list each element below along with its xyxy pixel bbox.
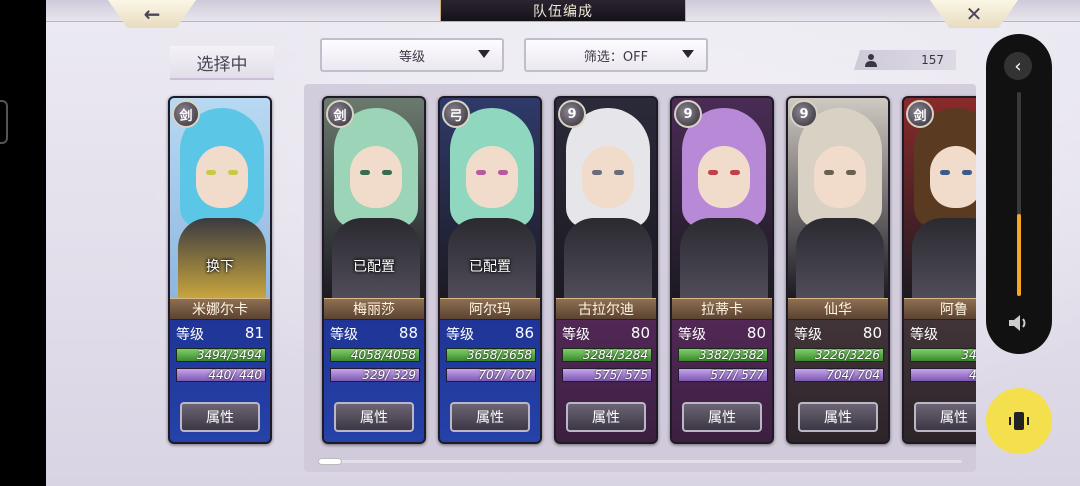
weapon-badge-icon: 剑: [326, 100, 354, 128]
device-left-bar: [0, 0, 46, 486]
weapon-badge-icon: 弓: [442, 100, 470, 128]
character-card[interactable]: 剑 阿鲁 等级 3444/ 413/ 属性: [902, 96, 976, 444]
hp-bar: 3658/3658: [446, 348, 536, 362]
attribute-button[interactable]: 属性: [914, 402, 976, 432]
card-status: 已配置: [353, 259, 395, 275]
attribute-button[interactable]: 属性: [450, 402, 530, 432]
hp-bar: 3494/3494: [176, 348, 266, 362]
character-name: 阿尔玛: [440, 298, 540, 320]
chevron-down-icon: [682, 50, 694, 58]
chevron-down-icon: [478, 50, 490, 58]
volume-slider-fill: [1017, 214, 1021, 296]
level-label: 等级: [678, 327, 706, 343]
weapon-badge-icon: 剑: [906, 100, 934, 128]
attribute-button[interactable]: 属性: [566, 402, 646, 432]
character-portrait: [556, 98, 656, 298]
character-card[interactable]: 剑 已配置 梅丽莎 等级 88 4058/4058 329/ 329 属性: [322, 96, 426, 444]
card-stats: 等级 86 3658/3658 707/ 707 属性: [440, 320, 540, 442]
character-card[interactable]: 9 仙华 等级 80 3226/3226 704/ 704 属性: [786, 96, 890, 444]
device-notch: [0, 100, 8, 144]
weapon-badge-icon: 剑: [172, 100, 200, 128]
mp-bar: 704/ 704: [794, 368, 884, 382]
character-name: 米娜尔卡: [170, 298, 270, 320]
weapon-badge-icon: 9: [790, 100, 818, 128]
attribute-button[interactable]: 属性: [334, 402, 414, 432]
character-card[interactable]: 9 古拉尔迪 等级 80 3284/3284 575/ 575 属性: [554, 96, 658, 444]
level-label: 等级: [910, 327, 938, 343]
character-name: 梅丽莎: [324, 298, 424, 320]
mp-bar: 329/ 329: [330, 368, 420, 382]
close-button[interactable]: ✕: [930, 0, 1018, 28]
level-label: 等级: [176, 327, 204, 343]
filter-dropdown[interactable]: 筛选：OFF: [524, 38, 708, 72]
level-value: 81: [244, 324, 264, 342]
back-button[interactable]: ←: [108, 0, 196, 28]
weapon-badge-icon: 9: [674, 100, 702, 128]
level-value: 80: [630, 324, 650, 342]
attribute-button[interactable]: 属性: [682, 402, 762, 432]
card-status: 换下: [206, 259, 234, 275]
character-name: 拉蒂卡: [672, 298, 772, 320]
character-card[interactable]: 9 拉蒂卡 等级 80 3382/3382 577/ 577 属性: [670, 96, 774, 444]
page-title: 队伍编成: [440, 0, 686, 22]
chevron-left-icon: ‹: [1014, 55, 1022, 77]
vibrate-mode-button[interactable]: [986, 388, 1052, 454]
character-name: 阿鲁: [904, 298, 976, 320]
game-screen: ← 队伍编成 ✕ 选择中 等级 筛选：OFF 157 剑 换下 米娜尔卡 等级 …: [46, 0, 1080, 486]
mp-bar: 440/ 440: [176, 368, 266, 382]
level-value: 80: [862, 324, 882, 342]
scrollbar-thumb[interactable]: [318, 458, 342, 465]
card-stats: 等级 80 3382/3382 577/ 577 属性: [672, 320, 772, 442]
unit-count: 157: [921, 53, 944, 67]
selected-character-card[interactable]: 剑 换下 米娜尔卡 等级 81 3494/3494 440/ 440 属性: [168, 96, 272, 444]
user-icon: [865, 54, 877, 67]
character-list-panel[interactable]: 剑 已配置 梅丽莎 等级 88 4058/4058 329/ 329 属性 弓 …: [304, 84, 976, 472]
character-card[interactable]: 弓 已配置 阿尔玛 等级 86 3658/3658 707/ 707 属性: [438, 96, 542, 444]
card-stats: 等级 80 3284/3284 575/ 575 属性: [556, 320, 656, 442]
weapon-badge-icon: 9: [558, 100, 586, 128]
character-portrait: [904, 98, 976, 298]
level-value: 80: [746, 324, 766, 342]
mp-bar: 707/ 707: [446, 368, 536, 382]
attribute-button[interactable]: 属性: [180, 402, 260, 432]
mp-bar: 575/ 575: [562, 368, 652, 382]
card-stats: 等级 80 3226/3226 704/ 704 属性: [788, 320, 888, 442]
back-arrow-icon: ←: [143, 2, 161, 26]
level-value: 88: [398, 324, 418, 342]
character-portrait: [672, 98, 772, 298]
selecting-label: 选择中: [170, 46, 274, 80]
character-name: 古拉尔迪: [556, 298, 656, 320]
hp-bar: 3284/3284: [562, 348, 652, 362]
level-value: 86: [514, 324, 534, 342]
level-label: 等级: [794, 327, 822, 343]
character-name: 仙华: [788, 298, 888, 320]
card-stats: 等级 3444/ 413/ 属性: [904, 320, 976, 442]
hp-bar: 3444/: [910, 348, 976, 362]
speaker-icon[interactable]: [1006, 312, 1032, 334]
volume-collapse-button[interactable]: ‹: [1004, 52, 1032, 80]
close-icon: ✕: [965, 2, 983, 26]
character-portrait: [788, 98, 888, 298]
attribute-button[interactable]: 属性: [798, 402, 878, 432]
card-stats: 等级 81 3494/3494 440/ 440 属性: [170, 320, 270, 442]
card-status: 已配置: [469, 259, 511, 275]
unit-count-box: 157: [854, 50, 956, 70]
hp-bar: 3226/3226: [794, 348, 884, 362]
hp-bar: 4058/4058: [330, 348, 420, 362]
volume-panel: ‹: [986, 34, 1052, 354]
hp-bar: 3382/3382: [678, 348, 768, 362]
sort-dropdown[interactable]: 等级: [320, 38, 504, 72]
scroll-track[interactable]: [318, 460, 962, 463]
vibrate-icon: [1009, 412, 1029, 430]
level-label: 等级: [446, 327, 474, 343]
level-label: 等级: [330, 327, 358, 343]
mp-bar: 577/ 577: [678, 368, 768, 382]
filter-dropdown-label: 筛选：OFF: [583, 49, 649, 65]
level-label: 等级: [562, 327, 590, 343]
sort-dropdown-label: 等级: [398, 49, 425, 65]
card-stats: 等级 88 4058/4058 329/ 329 属性: [324, 320, 424, 442]
mp-bar: 413/: [910, 368, 976, 382]
